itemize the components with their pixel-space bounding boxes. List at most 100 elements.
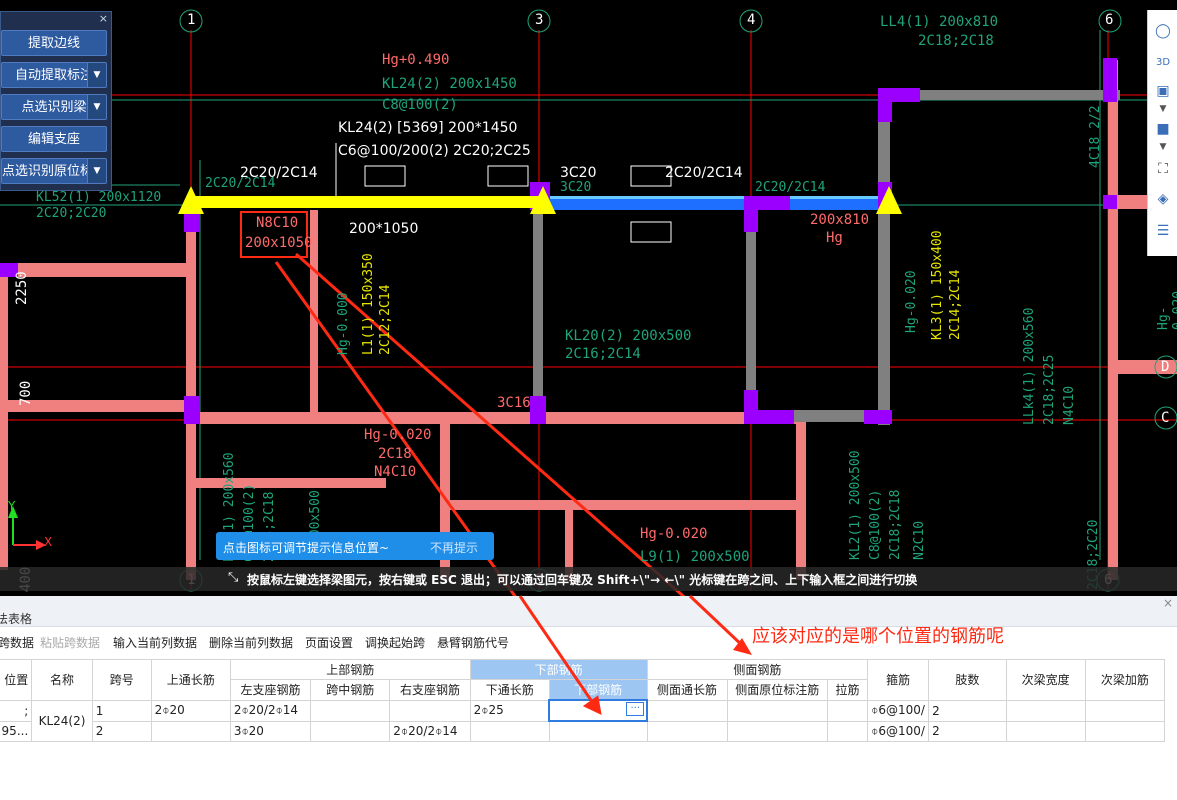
cube-solid-icon[interactable]: ■ (1154, 120, 1172, 138)
cell-bottom[interactable] (548, 720, 648, 742)
3d-view-icon[interactable]: 3D (1154, 54, 1172, 72)
view-cube-icon[interactable]: ◈ (1154, 190, 1172, 208)
text-kl2: KL2(1) 200x500 (848, 450, 863, 560)
cell-bottom-through[interactable] (469, 720, 550, 742)
text-kl2c: 2C18;2C18 (888, 489, 903, 560)
text-kl52b: 2C20;2C20 (36, 206, 107, 221)
cell-right-support[interactable] (389, 699, 471, 722)
col-header-bottom-through: 下通长筋 (469, 679, 550, 701)
page-setup-button[interactable]: 页面设置 (305, 634, 353, 654)
delete-current-column-button[interactable]: 删除当前列数据 (209, 634, 293, 654)
auto-extract-label: 自动提取标注 (14, 68, 93, 83)
text-hg490: Hg+0.490 (382, 52, 450, 68)
panel-close-icon[interactable]: × (99, 12, 108, 25)
grid-label-4: 4 (747, 12, 756, 28)
cell-legs[interactable]: 2 (928, 699, 1007, 722)
text-llk4: LLk4(1) 200x560 (1022, 307, 1037, 425)
group-header-side: 侧面钢筋 (646, 659, 869, 680)
edit-support-button[interactable]: 编辑支座 (1, 126, 107, 152)
list-settings-icon[interactable]: ☰ (1154, 222, 1172, 240)
input-current-column-button[interactable]: 输入当前列数据 (113, 634, 197, 654)
edit-support-label: 编辑支座 (27, 132, 80, 147)
text-n8c10: N8C10 (256, 215, 299, 231)
cell-tie[interactable] (826, 699, 869, 722)
cube-icon[interactable]: ▣ (1154, 82, 1172, 100)
cell-tie[interactable] (826, 720, 869, 742)
pick-identify-beam-button[interactable]: 点选识别梁 ▼ (1, 94, 107, 120)
ellipsis-button[interactable]: ··· (626, 702, 645, 716)
text-n2c10: N2C10 (912, 520, 927, 560)
text-2c20-small: 2C20/2C14 (205, 176, 276, 191)
text-ll4: LL4(1) 200x810 (880, 14, 999, 30)
text-hg020r: Hg-0.020 (1156, 291, 1177, 330)
extract-edges-button[interactable]: 提取边线 (1, 30, 107, 56)
text-200x1050-box: 200x1050 (245, 235, 313, 251)
col-header-stirrup: 箍筋 (867, 659, 930, 701)
cell-secondary-add[interactable] (1084, 699, 1166, 722)
cell-secondary-width[interactable] (1005, 699, 1086, 722)
swap-start-span-button[interactable]: 调换起始跨 (365, 634, 425, 654)
text-kl24: KL24(2) 200x1450 (382, 76, 517, 92)
rebar-table: 位置 名称 跨号 上通长筋 上部钢筋 下部钢筋 侧面钢筋 箍筋 肢数 次梁宽度 … (0, 659, 1166, 742)
dropdown-arrow-icon[interactable]: ▼ (87, 63, 106, 87)
text-n4c10: N4C10 (1062, 385, 1077, 425)
text-kl3b: 2C14;2C14 (948, 269, 963, 340)
cell-position[interactable]: 95... (0, 720, 33, 742)
cell-secondary-add[interactable] (1084, 720, 1166, 742)
fullscreen-icon[interactable]: ⛶ (1154, 160, 1172, 178)
cell-left-support[interactable]: 3⌽20 (229, 720, 312, 742)
orbit-icon[interactable]: ◯ (1154, 22, 1172, 40)
cell-span[interactable]: 1 (91, 699, 152, 722)
group-header-bottom: 下部钢筋 (469, 659, 648, 680)
cell-top-through[interactable] (150, 720, 231, 742)
text-l9: L9(1) 200x500 (640, 549, 750, 565)
cell-legs[interactable]: 2 (928, 720, 1007, 742)
dropdown-arrow-icon[interactable]: ▼ (87, 95, 106, 119)
text-n4c10b: N4C10 (374, 464, 417, 480)
view-toolbar: ◯ 3D ▣ ▼ ■ ▼ ⛶ ◈ ☰ (1147, 10, 1177, 256)
paste-span-data-button[interactable]: 粘贴跨数据 (40, 634, 100, 654)
col-header-side-through: 侧面通长筋 (646, 679, 728, 701)
text-kl20: KL20(2) 200x500 (565, 328, 692, 344)
text-kl3: KL3(1) 150x400 (930, 230, 945, 340)
cell-bottom-through[interactable]: 2⌽25 (469, 699, 550, 722)
cell-side-local[interactable] (726, 699, 828, 722)
cell-span[interactable]: 2 (91, 720, 152, 742)
cell-side-local[interactable] (726, 720, 828, 742)
cell-name[interactable]: KL24(2) (31, 699, 93, 742)
cell-stirrup[interactable]: ⌽6@100/ (867, 699, 930, 722)
axis-x-label: X (44, 535, 53, 549)
chevron-down-icon[interactable]: ▼ (1154, 138, 1172, 156)
tool-panel: × 提取边线 自动提取标注 ▼ 点选识别梁 ▼ 编辑支座 点选识别原位标注 ▼ (0, 11, 112, 191)
cantilever-code-button[interactable]: 悬臂钢筋代号 (437, 634, 509, 654)
hint-tooltip: 点击图标可调节提示信息位置~ 不再提示 (216, 532, 494, 560)
cell-position[interactable]: ; (0, 699, 33, 722)
text-kl52: KL52(1) 200x1120 (36, 190, 162, 205)
sheet-close-icon[interactable]: × (1163, 596, 1173, 610)
pin-icon[interactable]: ⤡ (228, 570, 238, 585)
axis-y-label: Y (8, 499, 16, 513)
copy-span-data-button[interactable]: 跨数据 (0, 634, 34, 654)
beam-info-line1: KL24(2) [5369] 200*1450 (338, 120, 518, 136)
status-text: 按鼠标左键选择梁图元，按右键或 ESC 退出；可以通过回车键及 Shift+\"… (247, 573, 918, 587)
cell-mid[interactable] (310, 699, 391, 722)
cell-stirrup[interactable]: ⌽6@100/ (867, 720, 930, 742)
text-3c20: 3C20 (560, 165, 597, 181)
dont-show-again-link[interactable]: 不再提示 (430, 539, 478, 556)
auto-extract-annotations-button[interactable]: 自动提取标注 ▼ (1, 62, 107, 88)
pick-identify-local-annotation-button[interactable]: 点选识别原位标注 ▼ (1, 158, 107, 184)
cell-bottom-selected[interactable]: ··· (548, 699, 649, 722)
text-l1-150: L1(1) 150x350 (361, 253, 376, 355)
text-kl20b: 2C16;2C14 (565, 346, 641, 362)
cell-left-support[interactable]: 2⌽20/2⌽14 (229, 699, 312, 722)
cell-side-through[interactable] (646, 720, 728, 742)
cell-secondary-width[interactable] (1005, 720, 1086, 742)
cell-mid[interactable] (310, 720, 391, 742)
cad-canvas[interactable]: 1 3 4 6 D C 1 3 6 KL24(2) [5369] 200*145… (0, 0, 1177, 596)
col-header-left-support: 左支座钢筋 (229, 679, 312, 701)
dropdown-arrow-icon[interactable]: ▼ (87, 159, 106, 183)
cell-right-support[interactable]: 2⌽20/2⌽14 (389, 720, 471, 742)
cell-side-through[interactable] (646, 699, 728, 722)
chevron-down-icon[interactable]: ▼ (1154, 100, 1172, 118)
cell-top-through[interactable]: 2⌽20 (150, 699, 231, 722)
